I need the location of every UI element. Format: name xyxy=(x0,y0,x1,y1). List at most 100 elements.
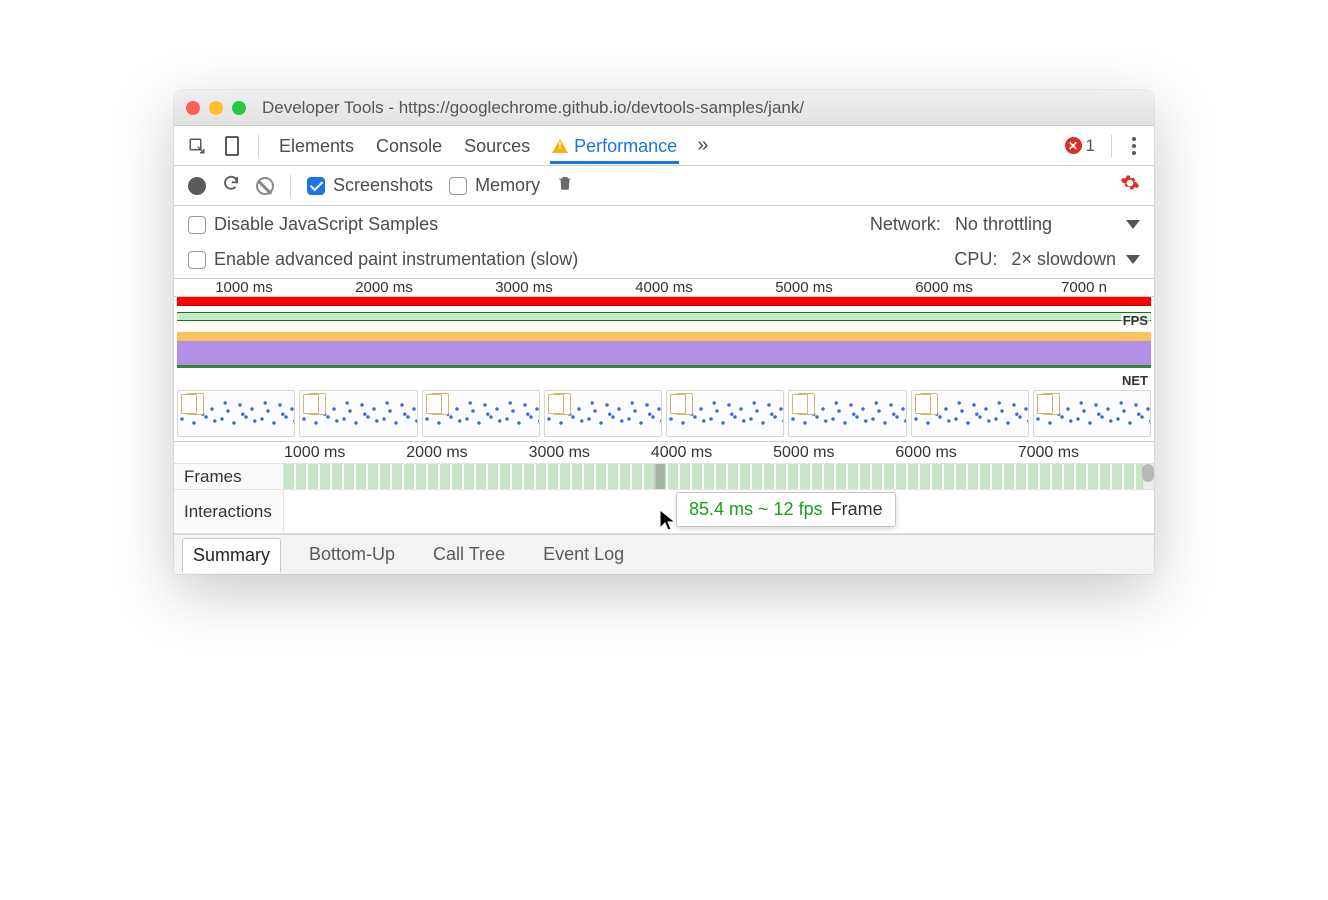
frame-tooltip: 85.4 ms ~ 12 fps Frame xyxy=(676,492,896,527)
network-throttle-select[interactable]: No throttling xyxy=(955,214,1052,235)
tab-label: Event Log xyxy=(543,544,624,564)
tab-console[interactable]: Console xyxy=(374,128,444,164)
track-label: Frames xyxy=(174,464,284,489)
checkbox-label: Memory xyxy=(475,175,540,196)
devtools-window: Developer Tools - https://googlechrome.g… xyxy=(174,90,1154,574)
cpu-usage-chart xyxy=(177,332,1151,368)
devtools-tabbar: Elements Console Sources Performance » ✕… xyxy=(174,126,1154,166)
tick: 1000 ms xyxy=(284,444,406,462)
chevron-down-icon xyxy=(1126,255,1140,264)
track-label: Interactions xyxy=(174,490,284,533)
tick: 7000 ms xyxy=(1018,444,1140,462)
tick: 2000 ms xyxy=(314,279,454,296)
reload-record-button[interactable] xyxy=(222,174,240,197)
window-title: Developer Tools - https://googlechrome.g… xyxy=(262,98,804,118)
frames-area[interactable] xyxy=(284,464,1154,489)
enable-paint-instr-checkbox[interactable]: Enable advanced paint instrumentation (s… xyxy=(188,249,578,270)
tick: 6000 ms xyxy=(895,444,1017,462)
tick: 5000 ms xyxy=(773,444,895,462)
garbage-collect-button[interactable] xyxy=(556,173,574,198)
tab-label: Sources xyxy=(464,136,530,157)
warning-icon xyxy=(552,139,568,153)
screenshot-thumb[interactable] xyxy=(422,390,540,437)
tab-performance[interactable]: Performance xyxy=(550,128,679,164)
minimize-window-button[interactable] xyxy=(209,101,223,115)
tab-label: Summary xyxy=(193,545,270,565)
separator xyxy=(290,175,291,197)
memory-checkbox[interactable]: Memory xyxy=(449,175,540,196)
chevron-down-icon[interactable] xyxy=(1126,220,1140,229)
screenshot-strip[interactable] xyxy=(174,386,1154,442)
overview-ruler[interactable]: 1000 ms 2000 ms 3000 ms 4000 ms 5000 ms … xyxy=(174,279,1154,297)
tick: 5000 ms xyxy=(734,279,874,296)
details-tabbar: Summary Bottom-Up Call Tree Event Log xyxy=(174,534,1154,574)
lane-label: FPS xyxy=(1121,313,1150,328)
tab-elements[interactable]: Elements xyxy=(277,128,356,164)
scrollbar-thumb[interactable] xyxy=(1142,464,1154,482)
error-count-value: 1 xyxy=(1086,136,1095,156)
clear-button[interactable] xyxy=(256,177,274,195)
tick: 6000 ms xyxy=(874,279,1014,296)
maximize-window-button[interactable] xyxy=(232,101,246,115)
titlebar[interactable]: Developer Tools - https://googlechrome.g… xyxy=(174,90,1154,126)
close-window-button[interactable] xyxy=(186,101,200,115)
screenshot-thumb[interactable] xyxy=(299,390,417,437)
screenshot-thumb[interactable] xyxy=(544,390,662,437)
disable-js-samples-checkbox[interactable]: Disable JavaScript Samples xyxy=(188,214,438,235)
tab-label: Console xyxy=(376,136,442,157)
screenshot-thumb[interactable] xyxy=(177,390,295,437)
network-label: Network: xyxy=(870,214,941,235)
long-frame-bar xyxy=(177,297,1151,306)
checkbox-icon xyxy=(188,216,206,234)
cpu-throttle-select[interactable]: 2× slowdown xyxy=(1011,249,1140,270)
screenshot-thumb[interactable] xyxy=(666,390,784,437)
screenshot-thumb[interactable] xyxy=(1033,390,1151,437)
checkbox-label: Screenshots xyxy=(333,175,433,196)
cpu-label: CPU: xyxy=(954,249,997,270)
kebab-menu-button[interactable] xyxy=(1128,133,1140,159)
tick: 7000 n xyxy=(1014,279,1154,296)
flamechart-ruler[interactable]: 1000 ms 2000 ms 3000 ms 4000 ms 5000 ms … xyxy=(174,442,1154,464)
tick: 4000 ms xyxy=(651,444,773,462)
scrollbar[interactable] xyxy=(1142,464,1154,489)
mouse-cursor-icon xyxy=(658,508,678,537)
interactions-track[interactable]: Interactions 85.4 ms ~ 12 fps Frame xyxy=(174,490,1154,534)
tick: 4000 ms xyxy=(594,279,734,296)
inspect-element-icon[interactable] xyxy=(188,137,206,155)
tab-call-tree[interactable]: Call Tree xyxy=(423,538,515,571)
window-controls xyxy=(186,101,246,115)
capture-settings-button[interactable] xyxy=(1120,177,1140,197)
tick: 3000 ms xyxy=(529,444,651,462)
tab-label: Elements xyxy=(279,136,354,157)
tab-event-log[interactable]: Event Log xyxy=(533,538,634,571)
frames-track[interactable]: Frames xyxy=(174,464,1154,490)
screenshots-checkbox[interactable]: Screenshots xyxy=(307,175,433,196)
checkbox-icon xyxy=(188,251,206,269)
error-count[interactable]: ✕ 1 xyxy=(1065,136,1095,156)
error-icon: ✕ xyxy=(1065,137,1082,154)
tick: 1000 ms xyxy=(174,279,314,296)
separator xyxy=(1111,135,1112,157)
fps-band xyxy=(177,312,1151,321)
device-toolbar-icon[interactable] xyxy=(224,136,240,156)
more-tabs-button[interactable]: » xyxy=(697,134,708,157)
tab-summary[interactable]: Summary xyxy=(182,538,281,573)
capture-settings-panel: Disable JavaScript Samples Network: No t… xyxy=(174,206,1154,279)
checkbox-label: Disable JavaScript Samples xyxy=(214,214,438,235)
tab-bottom-up[interactable]: Bottom-Up xyxy=(299,538,405,571)
tab-label: Bottom-Up xyxy=(309,544,395,564)
checkbox-icon xyxy=(449,177,467,195)
select-value: 2× slowdown xyxy=(1011,249,1116,270)
checkbox-icon xyxy=(307,177,325,195)
tab-sources[interactable]: Sources xyxy=(462,128,532,164)
screenshot-thumb[interactable] xyxy=(788,390,906,437)
performance-toolbar: Screenshots Memory xyxy=(174,166,1154,206)
tooltip-timing: 85.4 ms ~ 12 fps xyxy=(689,499,823,520)
overview-timeline[interactable]: 1000 ms 2000 ms 3000 ms 4000 ms 5000 ms … xyxy=(174,279,1154,442)
record-button[interactable] xyxy=(188,177,206,195)
hovered-frame xyxy=(654,464,665,489)
screenshot-thumb[interactable] xyxy=(911,390,1029,437)
checkbox-label: Enable advanced paint instrumentation (s… xyxy=(214,249,578,270)
tick: 2000 ms xyxy=(406,444,528,462)
fps-lane: FPS xyxy=(174,312,1154,332)
